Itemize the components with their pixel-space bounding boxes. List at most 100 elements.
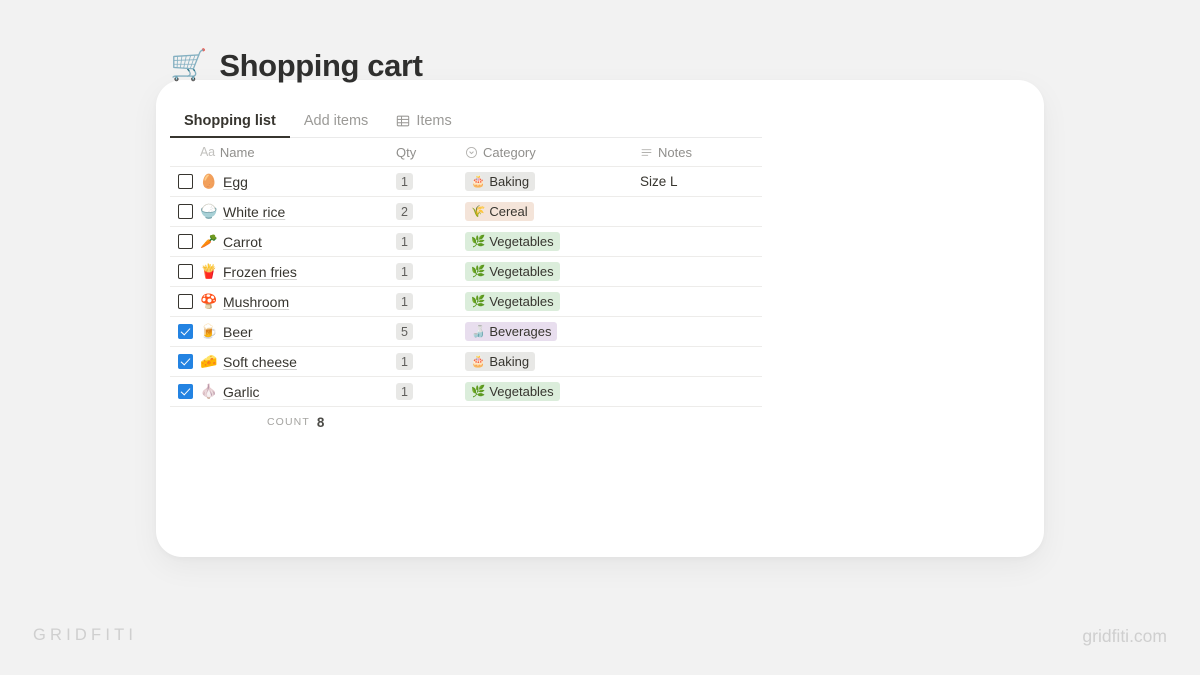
- row-name-cell[interactable]: 🧄 Garlic: [200, 384, 380, 400]
- category-emoji-icon: 🌿: [471, 263, 486, 278]
- category-tag-label: Baking: [489, 174, 530, 189]
- row-qty-cell[interactable]: 1: [380, 263, 465, 280]
- page-title: 🛒 Shopping cart: [170, 44, 762, 88]
- row-qty-cell[interactable]: 2: [380, 203, 465, 220]
- category-tag-label: Baking: [489, 354, 530, 369]
- row-qty-cell[interactable]: 1: [380, 233, 465, 250]
- category-tag-label: Vegetables: [489, 264, 554, 279]
- row-name-cell[interactable]: 🍚 White rice: [200, 204, 380, 220]
- item-emoji-icon: 🧄: [200, 383, 218, 400]
- row-checkbox[interactable]: [178, 354, 193, 369]
- row-name-label[interactable]: Carrot: [223, 234, 262, 250]
- row-name-cell[interactable]: 🍄 Mushroom: [200, 294, 380, 310]
- count-footer: COUNT 8: [170, 407, 762, 437]
- aa-text-icon: Aa: [200, 145, 215, 159]
- row-category-cell[interactable]: 🌿 Vegetables: [465, 382, 640, 401]
- row-checkbox-cell: [170, 354, 200, 369]
- category-tag-label: Vegetables: [489, 294, 554, 309]
- column-header-category-label: Category: [483, 144, 536, 160]
- category-emoji-icon: 🎂: [471, 173, 486, 188]
- qty-badge: 1: [396, 293, 413, 310]
- row-name-cell[interactable]: 🍟 Frozen fries: [200, 264, 380, 280]
- category-tag: 🍶 Beverages: [465, 322, 558, 341]
- item-emoji-icon: 🥚: [200, 173, 218, 190]
- column-header-qty[interactable]: Qty: [380, 145, 465, 160]
- item-emoji-icon: 🍄: [200, 293, 218, 310]
- row-checkbox-cell: [170, 384, 200, 399]
- row-qty-cell[interactable]: 1: [380, 383, 465, 400]
- row-category-cell[interactable]: 🌿 Vegetables: [465, 232, 640, 251]
- column-header-category[interactable]: Category: [465, 145, 640, 160]
- row-category-cell[interactable]: 🍶 Beverages: [465, 322, 640, 341]
- row-name-cell[interactable]: 🧀 Soft cheese: [200, 354, 380, 370]
- category-tag-label: Vegetables: [489, 384, 554, 399]
- row-category-cell[interactable]: 🌾 Cereal: [465, 202, 640, 221]
- count-label: COUNT: [267, 416, 310, 428]
- category-tag: 🌿 Vegetables: [465, 382, 560, 401]
- row-qty-cell[interactable]: 1: [380, 293, 465, 310]
- row-checkbox[interactable]: [178, 174, 193, 189]
- row-name-label[interactable]: Frozen fries: [223, 264, 297, 280]
- item-emoji-icon: 🍺: [200, 323, 218, 340]
- row-name-label[interactable]: White rice: [223, 204, 285, 220]
- row-qty-cell[interactable]: 5: [380, 323, 465, 340]
- row-name-label[interactable]: Beer: [223, 324, 253, 340]
- row-checkbox-cell: [170, 294, 200, 309]
- row-checkbox[interactable]: [178, 264, 193, 279]
- qty-badge: 5: [396, 323, 413, 340]
- tab-shopping-list[interactable]: Shopping list: [170, 113, 290, 138]
- view-tabs: Shopping list Add items Items: [170, 108, 762, 138]
- table-row: 🍄 Mushroom 1 🌿 Vegetables: [170, 287, 762, 317]
- category-emoji-icon: 🍶: [471, 323, 486, 338]
- category-tag-label: Cereal: [489, 204, 528, 219]
- row-name-label[interactable]: Garlic: [223, 384, 260, 400]
- tab-shopping-list-label: Shopping list: [184, 113, 276, 129]
- row-checkbox[interactable]: [178, 294, 193, 309]
- row-checkbox-cell: [170, 234, 200, 249]
- row-name-cell[interactable]: 🍺 Beer: [200, 324, 380, 340]
- item-emoji-icon: 🍚: [200, 203, 218, 220]
- category-emoji-icon: 🌿: [471, 233, 486, 248]
- qty-badge: 2: [396, 203, 413, 220]
- row-name-label[interactable]: Soft cheese: [223, 354, 297, 370]
- items-table: Aa Name Qty Category Notes 🥚 Egg 1 🎂 Bak…: [170, 138, 762, 437]
- row-checkbox[interactable]: [178, 324, 193, 339]
- table-icon: [396, 114, 410, 128]
- row-category-cell[interactable]: 🌿 Vegetables: [465, 292, 640, 311]
- row-name-cell[interactable]: 🥚 Egg: [200, 174, 380, 190]
- row-checkbox[interactable]: [178, 234, 193, 249]
- category-tag: 🌾 Cereal: [465, 202, 534, 221]
- category-tag: 🎂 Baking: [465, 172, 536, 191]
- category-tag: 🌿 Vegetables: [465, 232, 560, 251]
- watermark-gridfiti: GRIDFITI: [33, 626, 138, 644]
- row-name-cell[interactable]: 🥕 Carrot: [200, 234, 380, 250]
- item-emoji-icon: 🍟: [200, 263, 218, 280]
- shopping-cart-icon: 🛒: [170, 48, 208, 83]
- row-name-label[interactable]: Mushroom: [223, 294, 289, 310]
- column-header-notes[interactable]: Notes: [640, 145, 762, 160]
- item-emoji-icon: 🥕: [200, 233, 218, 250]
- column-header-name[interactable]: Aa Name: [200, 145, 380, 160]
- row-name-label[interactable]: Egg: [223, 174, 248, 190]
- category-emoji-icon: 🌿: [471, 383, 486, 398]
- row-notes-cell[interactable]: Size L: [640, 174, 762, 189]
- table-row: 🧄 Garlic 1 🌿 Vegetables: [170, 377, 762, 407]
- row-qty-cell[interactable]: 1: [380, 353, 465, 370]
- tab-add-items[interactable]: Add items: [290, 113, 382, 137]
- table-row: 🍚 White rice 2 🌾 Cereal: [170, 197, 762, 227]
- row-category-cell[interactable]: 🌿 Vegetables: [465, 262, 640, 281]
- qty-badge: 1: [396, 383, 413, 400]
- tab-items[interactable]: Items: [382, 113, 465, 137]
- category-tag: 🌿 Vegetables: [465, 292, 560, 311]
- item-emoji-icon: 🧀: [200, 353, 218, 370]
- row-qty-cell[interactable]: 1: [380, 173, 465, 190]
- row-category-cell[interactable]: 🎂 Baking: [465, 352, 640, 371]
- row-checkbox[interactable]: [178, 384, 193, 399]
- column-header-name-label: Name: [219, 144, 255, 160]
- qty-badge: 1: [396, 263, 413, 280]
- qty-badge: 1: [396, 173, 413, 190]
- category-tag-label: Beverages: [489, 324, 552, 339]
- row-category-cell[interactable]: 🎂 Baking: [465, 172, 640, 191]
- table-row: 🧀 Soft cheese 1 🎂 Baking: [170, 347, 762, 377]
- row-checkbox[interactable]: [178, 204, 193, 219]
